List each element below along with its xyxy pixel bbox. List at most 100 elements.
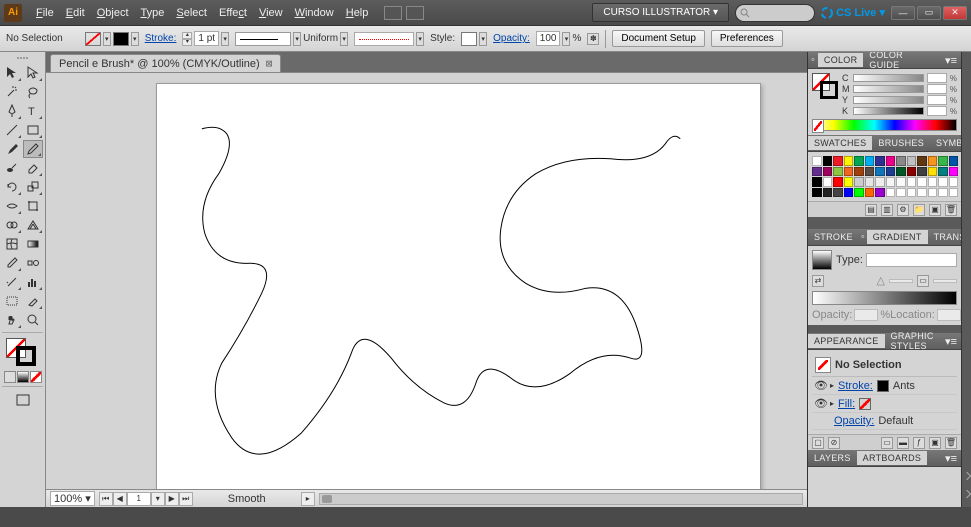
swatch[interactable] [886,156,896,166]
stroke-dropdown[interactable]: ▾ [131,32,139,46]
canvas[interactable] [46,72,807,489]
appearance-opacity-row[interactable]: Opacity:Default [812,413,957,430]
swatch[interactable] [812,177,822,187]
rectangle-tool[interactable] [23,121,43,139]
swatch-library-icon[interactable]: ▤ [865,204,877,216]
tab-stroke[interactable]: Stroke [808,230,859,244]
swatch[interactable] [833,188,843,198]
gradient-angle-field[interactable] [889,279,913,283]
swatch[interactable] [917,156,927,166]
swatch[interactable] [844,167,854,177]
swatch[interactable] [928,188,938,198]
swatch[interactable] [875,156,885,166]
direct-selection-tool[interactable] [23,64,43,82]
cs-live-button[interactable]: CS Live ▾ [821,6,885,19]
stroke-panel-link[interactable]: Stroke: [145,33,177,44]
swatch[interactable] [886,177,896,187]
width-tool[interactable] [2,197,22,215]
fill-stroke-indicator[interactable] [2,336,43,368]
panel-grip[interactable] [2,54,43,62]
menu-window[interactable]: Window [289,5,340,21]
delete-icon[interactable]: 🗑 [945,437,957,449]
add-stroke-icon[interactable]: ▭ [881,437,893,449]
color-spectrum[interactable] [812,119,957,131]
stop-opacity-field[interactable] [854,309,878,321]
hand-tool[interactable] [2,311,22,329]
close-tab-icon[interactable]: ⊠ [266,57,273,70]
tab-layers[interactable]: Layers [808,451,857,465]
mesh-tool[interactable] [2,235,22,253]
swatch[interactable] [844,177,854,187]
swatch[interactable] [949,167,959,177]
swatch[interactable] [865,167,875,177]
scale-tool[interactable] [23,178,43,196]
graphic-style-dropdown[interactable] [461,32,477,46]
stroke-weight-field[interactable]: 1 pt [194,31,219,46]
panel-menu-icon[interactable]: ▾≡ [941,54,961,67]
swatch[interactable] [907,177,917,187]
cyan-value[interactable] [927,73,947,83]
duplicate-icon[interactable]: ▣ [929,437,941,449]
swatch[interactable] [865,188,875,198]
swatch[interactable] [896,156,906,166]
appearance-stroke-row[interactable]: 👁▸Stroke:Ants [812,377,957,395]
gradient-preview[interactable] [812,250,832,270]
artboard-nav[interactable]: ⏮◀ 1 ▾▶⏭ [99,492,193,506]
panel-menu-icon[interactable]: ▾≡ [941,452,961,465]
panel-menu-icon[interactable]: ▾≡ [941,335,961,348]
eraser-tool[interactable] [23,159,43,177]
swatch[interactable] [907,156,917,166]
menu-edit[interactable]: Edit [60,5,91,21]
magenta-value[interactable] [927,84,947,94]
magenta-slider[interactable] [853,85,924,93]
shape-builder-tool[interactable] [2,216,22,234]
tab-color[interactable]: Color [818,53,864,67]
swatch[interactable] [896,188,906,198]
tab-gradient[interactable]: Gradient [867,230,928,244]
gradient-ramp[interactable] [812,291,957,305]
swatch[interactable] [938,177,948,187]
tab-artboards[interactable]: Artboards [857,451,928,465]
slice-tool[interactable] [23,292,43,310]
free-transform-tool[interactable] [23,197,43,215]
stroke-weight-stepper[interactable]: ▴▾ [182,32,192,46]
symbol-sprayer-tool[interactable] [2,273,22,291]
fill-dropdown[interactable]: ▾ [103,32,111,46]
swatch-options-icon[interactable]: ⚙ [897,204,909,216]
swatch[interactable] [844,156,854,166]
brush-definition-dropdown[interactable] [354,32,414,46]
appearance-fill-row[interactable]: 👁▸Fill: [812,395,957,413]
black-slider[interactable] [853,107,924,115]
eyedropper-tool[interactable] [2,254,22,272]
zoom-dropdown[interactable]: 100% ▾ [50,491,95,506]
tab-brushes[interactable]: Brushes [872,136,930,150]
swatch[interactable] [875,167,885,177]
pencil-tool[interactable] [23,140,43,158]
window-minimize-button[interactable]: — [891,6,915,20]
new-swatch-icon[interactable]: ▣ [929,204,941,216]
menu-view[interactable]: View [253,5,289,21]
document-tab[interactable]: Pencil e Brush* @ 100% (CMYK/Outline)⊠ [50,54,281,72]
swatch[interactable] [823,167,833,177]
new-art-basic-icon[interactable]: ▢ [812,437,824,449]
pen-tool[interactable] [2,102,22,120]
color-fill-stroke-indicator[interactable] [812,73,838,99]
swatch[interactable] [886,167,896,177]
swatch[interactable] [917,188,927,198]
menu-effect[interactable]: Effect [213,5,253,21]
swatch[interactable] [854,167,864,177]
swatch[interactable] [949,177,959,187]
swatch[interactable] [938,188,948,198]
swatch[interactable] [928,167,938,177]
menu-object[interactable]: Object [91,5,135,21]
new-group-icon[interactable]: 📁 [913,204,925,216]
search-field[interactable] [735,4,815,22]
rotate-tool[interactable] [2,178,22,196]
swatch[interactable] [833,156,843,166]
swatch[interactable] [823,188,833,198]
black-value[interactable] [927,106,947,116]
profile-dropdown[interactable] [235,32,291,46]
swatch[interactable] [865,177,875,187]
swatch[interactable] [833,177,843,187]
gradient-type-dropdown[interactable] [866,253,957,267]
